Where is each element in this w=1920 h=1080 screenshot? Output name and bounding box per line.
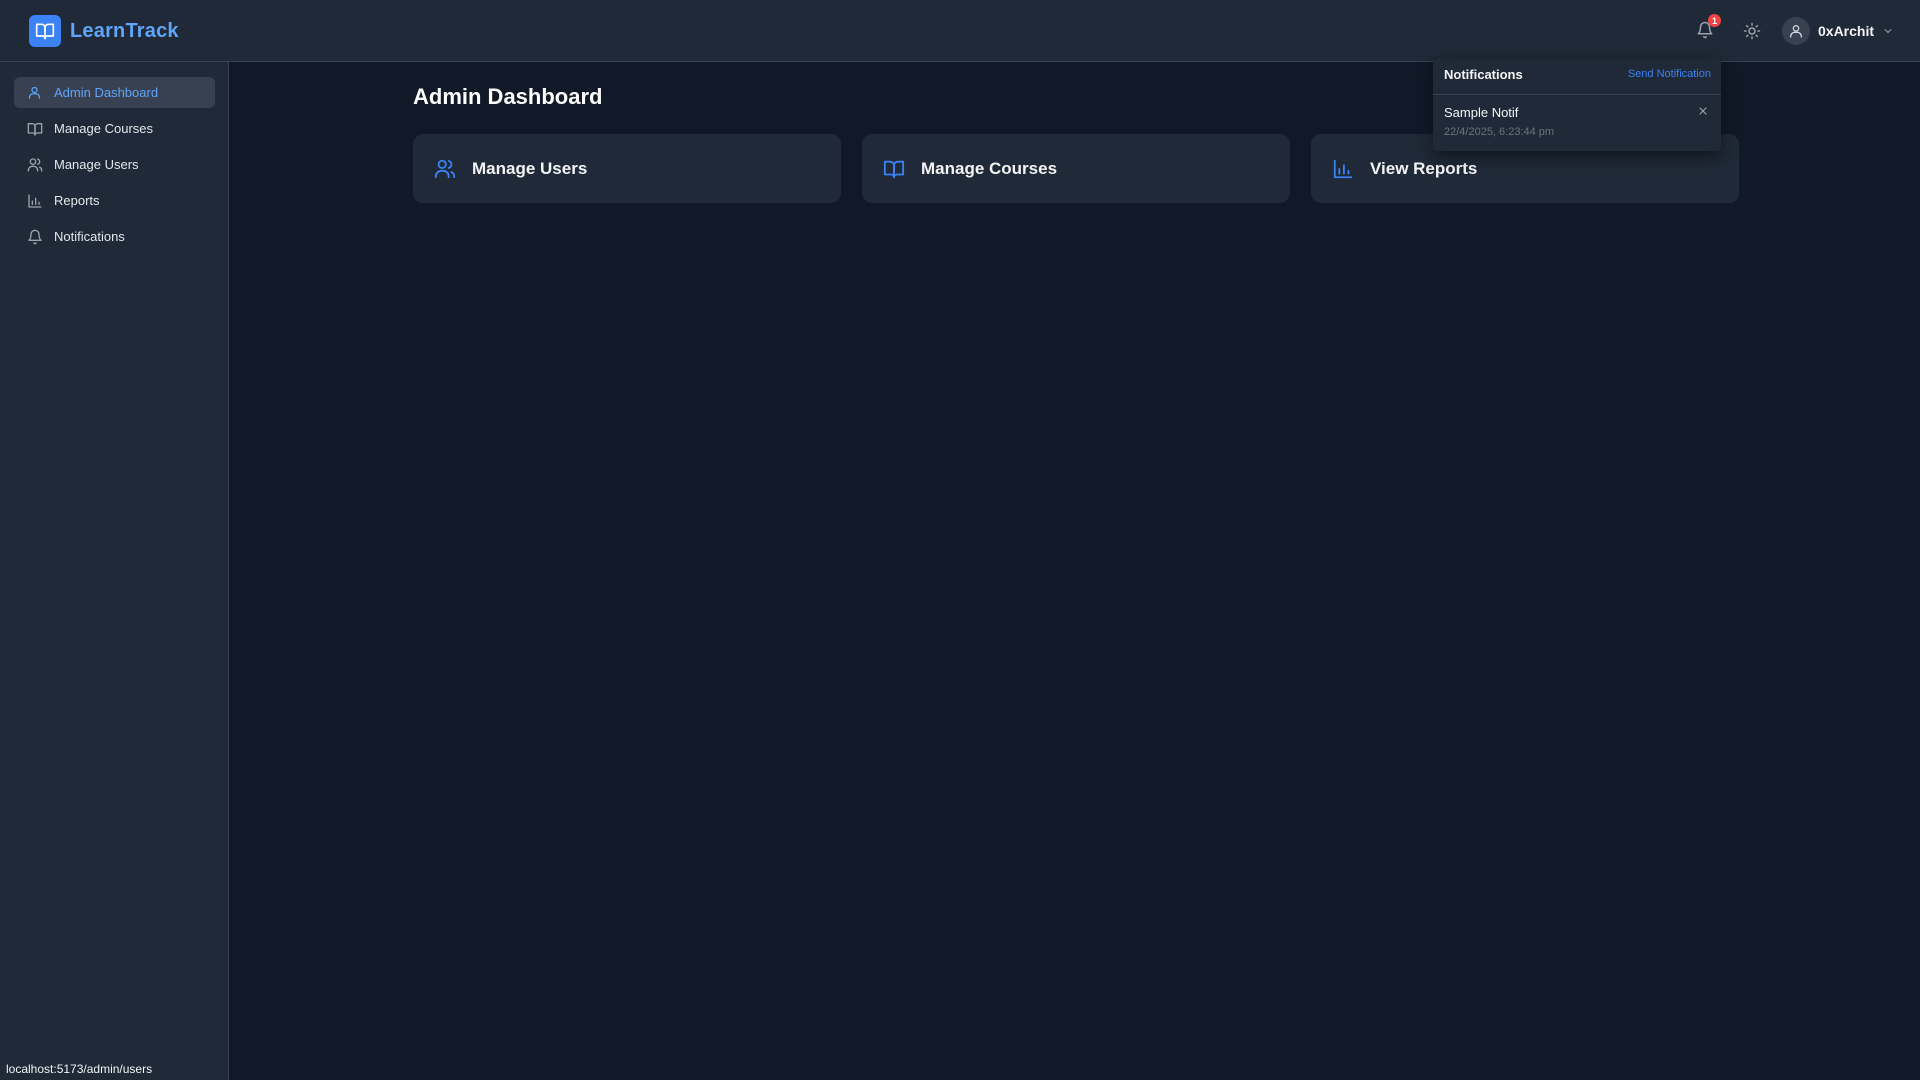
sidebar-item-label: Manage Users <box>54 157 139 172</box>
theme-toggle-button[interactable] <box>1738 17 1766 45</box>
sidebar-item-notifications[interactable]: Notifications <box>14 221 215 252</box>
chevron-down-icon <box>1884 29 1892 33</box>
bar-chart-icon <box>1332 158 1354 180</box>
manage-courses-card[interactable]: Manage Courses <box>862 134 1290 203</box>
notifications-dropdown-header: Notifications Send Notification <box>1433 59 1721 95</box>
notification-item[interactable]: Sample Notif 22/4/2025, 6:23:44 pm <box>1433 95 1721 150</box>
book-open-icon <box>883 158 905 180</box>
user-icon <box>26 84 43 101</box>
user-icon <box>1790 25 1802 38</box>
sun-icon <box>1743 22 1761 40</box>
status-bar-url: localhost:5173/admin/users <box>0 1059 159 1080</box>
bell-icon <box>26 228 43 245</box>
sidebar-item-label: Notifications <box>54 229 125 244</box>
card-label: Manage Courses <box>921 158 1058 178</box>
app-name: LearnTrack <box>70 19 179 42</box>
sidebar-item-label: Manage Courses <box>54 121 153 136</box>
sidebar-item-manage-users[interactable]: Manage Users <box>14 149 215 180</box>
book-open-icon <box>26 120 43 137</box>
notifications-dropdown-title: Notifications <box>1444 67 1523 82</box>
manage-users-card[interactable]: Manage Users <box>413 134 841 203</box>
sidebar-item-manage-courses[interactable]: Manage Courses <box>14 113 215 144</box>
notification-count-badge: 1 <box>1708 14 1721 27</box>
sidebar: Admin Dashboard Manage Courses Manage Us… <box>0 62 229 1080</box>
bar-chart-icon <box>26 192 43 209</box>
sidebar-item-admin-dashboard[interactable]: Admin Dashboard <box>14 77 215 108</box>
notification-timestamp: 22/4/2025, 6:23:44 pm <box>1444 126 1555 138</box>
username: 0xArchit <box>1818 23 1875 39</box>
page-title: Admin Dashboard <box>413 84 603 109</box>
notifications-dropdown: Notifications Send Notification Sample N… <box>1433 59 1721 151</box>
close-icon[interactable] <box>1695 103 1711 119</box>
avatar <box>1782 17 1810 45</box>
book-open-icon <box>29 15 61 47</box>
users-icon <box>26 156 43 173</box>
sidebar-item-reports[interactable]: Reports <box>14 185 215 216</box>
card-label: Manage Users <box>472 158 588 178</box>
user-menu[interactable]: 0xArchit <box>1782 16 1894 46</box>
app-logo[interactable]: LearnTrack <box>29 15 179 47</box>
users-icon <box>434 158 456 180</box>
sidebar-item-label: Reports <box>54 193 100 208</box>
send-notification-link[interactable]: Send Notification <box>1628 68 1711 80</box>
top-bar: LearnTrack 1 0xArchit <box>0 0 1920 62</box>
notification-title: Sample Notif <box>1444 105 1519 120</box>
sidebar-item-label: Admin Dashboard <box>54 85 159 100</box>
card-label: View Reports <box>1370 158 1478 178</box>
